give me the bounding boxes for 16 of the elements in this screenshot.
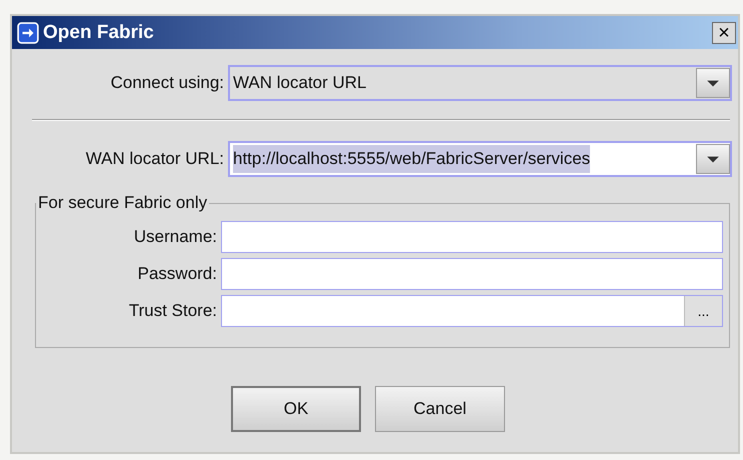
input-field[interactable] [221,221,723,253]
close-button[interactable]: × [712,22,736,44]
field-label: Trust Store: [128,301,218,321]
field-label: Connect using: [110,73,225,93]
field-label: Username: [132,227,218,247]
input-field[interactable]: ... [221,295,723,327]
url-combo-field[interactable]: http://localhost:5555/web/FabricServer/services [228,141,732,177]
dialog-button[interactable]: Cancel [375,386,505,432]
browse-button[interactable]: ... [684,296,722,326]
window-title: Open Fabric [43,22,155,44]
connection-dropdown[interactable]: WAN locator URL [228,65,732,101]
input-field[interactable] [221,258,723,290]
dialog-button[interactable]: OK [231,386,361,432]
field-label: WAN locator URL: [84,149,225,169]
group-title: For secure Fabric only [37,193,208,213]
field-label: Password: [136,264,218,284]
